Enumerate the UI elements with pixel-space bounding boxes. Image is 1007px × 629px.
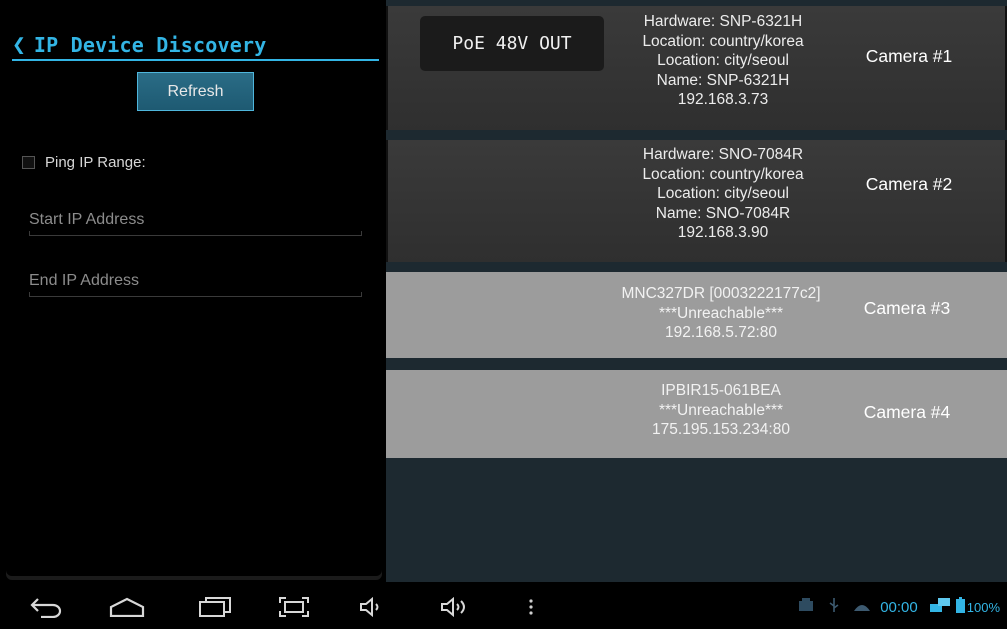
device-list: PoE 48V OUT Hardware: SNP-6321H Location… xyxy=(386,0,1007,582)
device-info: Hardware: SNP-6321H Location: country/ko… xyxy=(598,12,848,110)
device-item-camera-2[interactable]: Hardware: SNO-7084R Location: country/ko… xyxy=(386,140,1007,262)
device-hardware: Hardware: SNP-6321H xyxy=(643,13,803,30)
device-name: Name: SNO-7084R xyxy=(655,204,791,222)
title-divider xyxy=(12,59,379,61)
refresh-button[interactable]: Refresh xyxy=(137,72,254,111)
clock: 00:00 xyxy=(880,598,918,616)
device-ip: 192.168.3.90 xyxy=(677,224,769,241)
recent-apps-icon[interactable] xyxy=(195,594,235,620)
end-ip-field[interactable]: End IP Address xyxy=(29,266,362,297)
screenshot-icon[interactable] xyxy=(277,594,311,620)
device-location-city: Location: city/seoul xyxy=(657,185,789,202)
device-status: ***Unreachable*** xyxy=(658,401,784,419)
ping-ip-range-toggle[interactable]: Ping IP Range: xyxy=(22,152,146,172)
camera-label: Camera #4 xyxy=(863,402,951,422)
volume-up-icon[interactable] xyxy=(440,594,470,620)
device-name: Name: SNP-6321H xyxy=(656,71,790,89)
back-icon[interactable] xyxy=(28,594,64,620)
app-root: ❮ IP Device Discovery Refresh Ping IP Ra… xyxy=(0,0,1007,629)
chevron-left-icon[interactable]: ❮ xyxy=(12,33,26,57)
page-title: IP Device Discovery xyxy=(33,33,267,57)
device-ip: 192.168.3.73 xyxy=(677,91,769,108)
android-debug-icon xyxy=(852,598,872,617)
device-info: IPBIR15-061BEA ***Unreachable*** 175.195… xyxy=(596,381,846,440)
device-item-camera-3[interactable]: MNC327DR [0003222177c2] ***Unreachable**… xyxy=(386,272,1007,358)
device-item-camera-4[interactable]: IPBIR15-061BEA ***Unreachable*** 175.195… xyxy=(386,370,1007,458)
home-icon[interactable] xyxy=(105,594,149,620)
device-item-camera-1[interactable]: PoE 48V OUT Hardware: SNP-6321H Location… xyxy=(386,6,1007,130)
device-info: Hardware: SNO-7084R Location: country/ko… xyxy=(598,145,848,243)
battery-icon xyxy=(955,597,965,617)
network-icon xyxy=(928,596,952,618)
device-hardware: IPBIR15-061BEA xyxy=(661,382,781,399)
device-location-country: Location: country/korea xyxy=(642,32,804,50)
device-location-country: Location: country/korea xyxy=(642,165,804,183)
device-info: MNC327DR [0003222177c2] ***Unreachable**… xyxy=(596,284,846,343)
menu-dots-icon[interactable] xyxy=(525,594,537,620)
camera-label: Camera #3 xyxy=(863,298,951,318)
usb-icon xyxy=(828,597,840,617)
battery-percentage: 100% xyxy=(966,599,1000,615)
system-nav-bar: 00:00 100% xyxy=(0,584,1007,629)
ping-checkbox[interactable] xyxy=(22,155,35,169)
camera-label: Camera #1 xyxy=(865,46,953,66)
start-ip-field[interactable]: Start IP Address xyxy=(29,205,362,236)
volume-down-icon[interactable] xyxy=(358,594,384,620)
poe-badge: PoE 48V OUT xyxy=(420,16,604,71)
device-hardware: MNC327DR [0003222177c2] xyxy=(621,285,821,302)
device-hardware: Hardware: SNO-7084R xyxy=(642,146,804,163)
device-status: ***Unreachable*** xyxy=(658,304,784,322)
device-ip: 175.195.153.234:80 xyxy=(652,421,790,438)
notification-icon xyxy=(796,597,816,617)
ping-label: Ping IP Range: xyxy=(45,153,146,171)
back-title-bar[interactable]: ❮ IP Device Discovery xyxy=(12,28,382,62)
status-area[interactable]: 00:00 100% xyxy=(796,594,1000,620)
device-ip: 192.168.5.72:80 xyxy=(664,324,778,341)
camera-label: Camera #2 xyxy=(865,174,953,194)
device-location-city: Location: city/seoul xyxy=(657,52,789,69)
